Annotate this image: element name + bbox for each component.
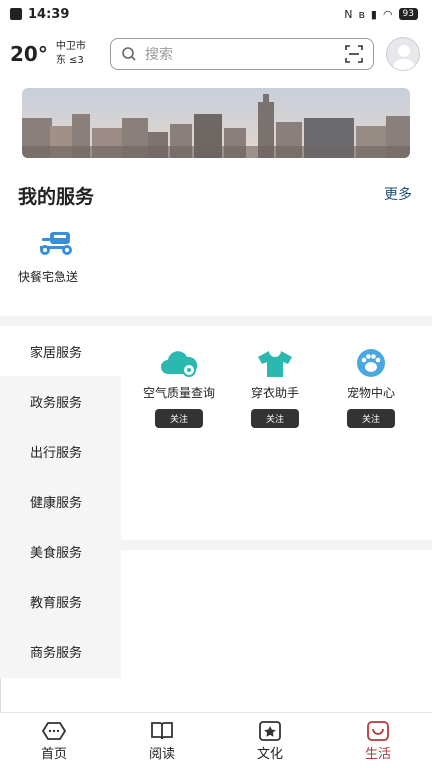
tab-read[interactable]: 阅读 bbox=[108, 713, 216, 768]
service-card[interactable]: 宠物中心 关注 bbox=[321, 348, 421, 428]
star-icon bbox=[259, 721, 281, 741]
follow-button[interactable]: 关注 bbox=[251, 409, 299, 428]
vibrate-icon: ▮ bbox=[370, 7, 377, 21]
bottom-tab-bar: 首页 阅读 文化 生活 bbox=[0, 712, 432, 768]
paw-icon bbox=[357, 349, 385, 377]
notification-icon bbox=[10, 8, 22, 20]
nfc-icon: N bbox=[344, 7, 353, 21]
category-item[interactable]: 美食服务 bbox=[0, 526, 121, 576]
battery-indicator: 93 bbox=[398, 8, 418, 20]
status-time: 14:39 bbox=[28, 6, 70, 22]
scan-icon[interactable] bbox=[345, 45, 363, 63]
book-icon bbox=[151, 722, 173, 740]
tab-home[interactable]: 首页 bbox=[0, 713, 108, 768]
follow-button[interactable]: 关注 bbox=[347, 409, 395, 428]
bluetooth-icon: ʙ bbox=[358, 7, 365, 21]
search-input[interactable]: 搜索 bbox=[110, 38, 374, 70]
wifi-icon: ◠ bbox=[382, 7, 393, 21]
panel-divider bbox=[121, 540, 432, 550]
category-item[interactable]: 政务服务 bbox=[0, 376, 121, 426]
quick-service-item[interactable]: 快餐宅急送 bbox=[18, 228, 98, 285]
quick-service-label: 快餐宅急送 bbox=[18, 270, 79, 284]
tab-life[interactable]: 生活 bbox=[324, 713, 432, 768]
cloud-icon bbox=[161, 351, 198, 377]
banner-image[interactable] bbox=[22, 88, 410, 158]
wind-info: 东 ≤3 bbox=[55, 55, 84, 66]
category-item[interactable]: 健康服务 bbox=[0, 476, 121, 526]
more-link[interactable]: 更多 bbox=[384, 184, 412, 204]
follow-button[interactable]: 关注 bbox=[155, 409, 203, 428]
city-skyline-image bbox=[22, 88, 410, 158]
category-item[interactable]: 家居服务 bbox=[0, 326, 121, 376]
section-title: 我的服务 bbox=[18, 186, 95, 208]
temperature: 20° bbox=[10, 42, 48, 66]
category-item[interactable]: 教育服务 bbox=[0, 576, 121, 626]
tab-label: 文化 bbox=[256, 747, 283, 762]
divider bbox=[0, 678, 1, 712]
city-name: 中卫市 bbox=[55, 41, 86, 52]
search-placeholder: 搜索 bbox=[145, 47, 173, 63]
service-name: 宠物中心 bbox=[346, 386, 395, 400]
section-divider bbox=[0, 316, 432, 326]
tshirt-icon bbox=[258, 351, 292, 377]
service-panel: 空气质量查询 关注 穿衣助手 关注 宠物中心 关注 bbox=[121, 326, 432, 540]
search-icon bbox=[122, 47, 136, 61]
header: 20° 中卫市 东 ≤3 搜索 bbox=[0, 34, 432, 74]
service-name: 空气质量查询 bbox=[142, 386, 215, 400]
tab-culture[interactable]: 文化 bbox=[216, 713, 324, 768]
category-item[interactable]: 商务服务 bbox=[0, 626, 121, 676]
status-bar: 14:39 N ʙ ▮ ◠ 93 bbox=[0, 0, 432, 28]
tab-label: 首页 bbox=[40, 747, 67, 762]
avatar[interactable] bbox=[386, 37, 420, 71]
service-card[interactable]: 穿衣助手 关注 bbox=[225, 348, 325, 428]
weather-widget[interactable]: 20° 中卫市 东 ≤3 bbox=[10, 40, 110, 68]
category-list: 家居服务 政务服务 出行服务 健康服务 美食服务 教育服务 商务服务 bbox=[0, 326, 121, 678]
category-item[interactable]: 出行服务 bbox=[0, 426, 121, 476]
service-card[interactable]: 空气质量查询 关注 bbox=[129, 348, 229, 428]
tab-label: 生活 bbox=[364, 747, 391, 762]
scooter-icon bbox=[40, 232, 72, 255]
home-icon bbox=[42, 722, 66, 740]
service-name: 穿衣助手 bbox=[250, 386, 299, 400]
tab-label: 阅读 bbox=[148, 747, 175, 762]
smile-bag-icon bbox=[367, 721, 389, 741]
